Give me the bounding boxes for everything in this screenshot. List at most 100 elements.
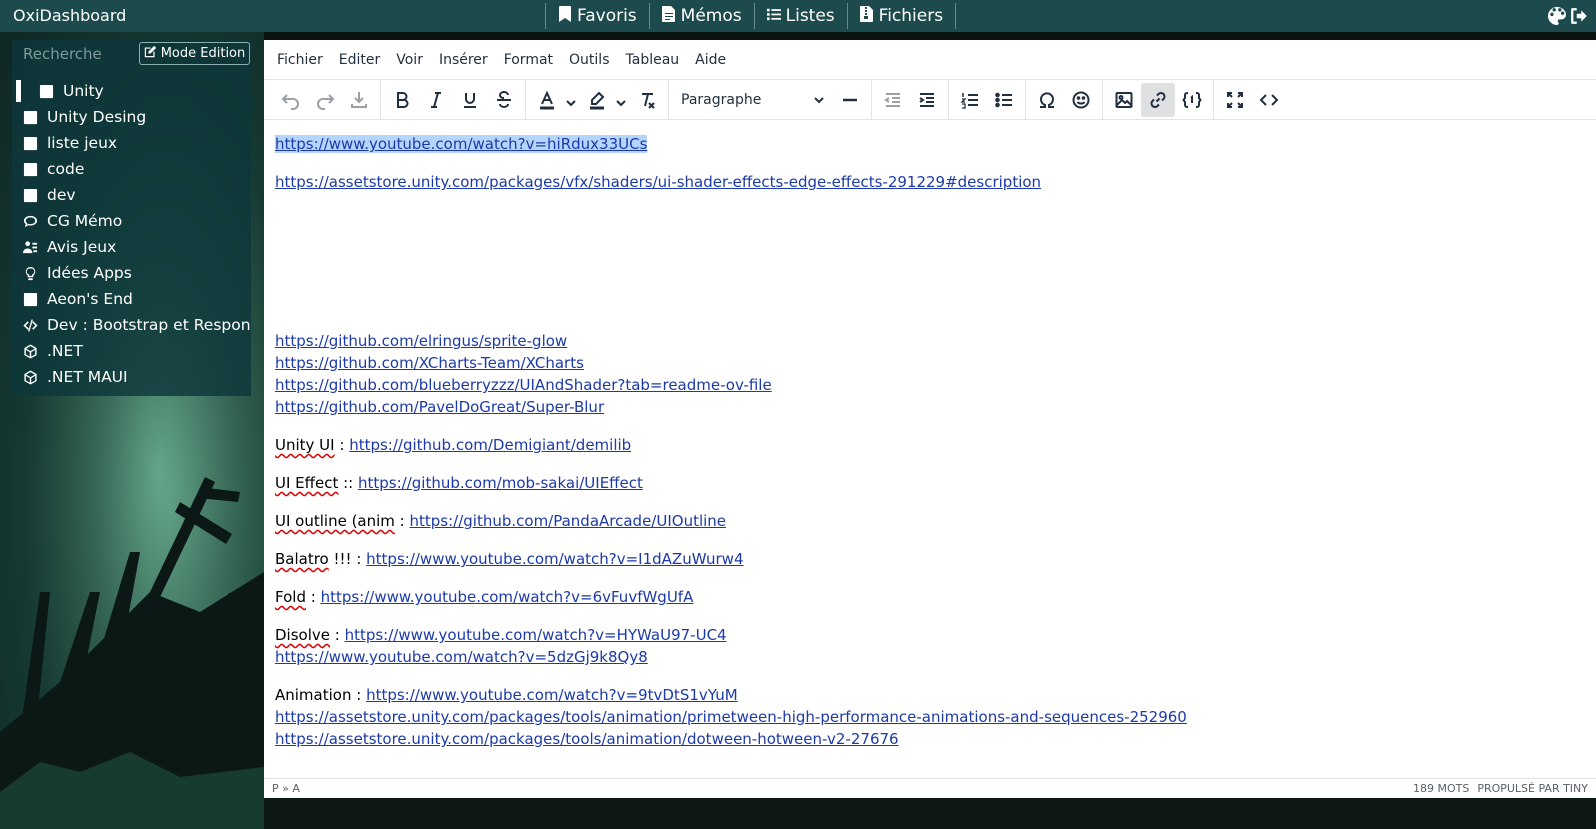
search-input[interactable] [14,42,142,66]
bold-button[interactable] [385,83,419,117]
link-youtube-disolve-1[interactable]: https://www.youtube.com/watch?v=HYWaU97-… [345,626,727,644]
menu-outils[interactable]: Outils [569,52,609,68]
rich-text-editor: Fichier Editer Voir Insérer Format Outil… [264,40,1596,798]
sidebar-item-cg-memo[interactable]: CG Mémo [12,208,251,234]
link-github-super-blur[interactable]: https://github.com/PavelDoGreat/Super-Bl… [275,398,604,416]
menu-tableau[interactable]: Tableau [626,52,680,68]
strikethrough-button[interactable] [487,83,521,117]
chevron-down-icon [616,95,626,106]
text-label: Balatro [275,550,329,568]
brand-logo[interactable]: OxiDashboard [13,6,126,25]
sidebar-item-dotnet-maui[interactable]: .NET MAUI [12,364,251,390]
text-color-button[interactable] [530,83,580,117]
menu-editer[interactable]: Editer [339,52,380,68]
source-code-button[interactable] [1252,83,1286,117]
menu-aide[interactable]: Aide [695,52,726,68]
underline-button[interactable] [453,83,487,117]
highlight-icon [580,83,614,117]
indent-button[interactable] [910,83,944,117]
palette-icon[interactable] [1548,7,1566,25]
link-github-demilib[interactable]: https://github.com/Demigiant/demilib [349,436,631,454]
link-github-uioutline[interactable]: https://github.com/PandaArcade/UIOutline [410,512,727,530]
text-label: UI Effect [275,474,339,492]
insert-link-button[interactable] [1141,82,1175,117]
link-github-uiandshader[interactable]: https://github.com/blueberryzzz/UIAndSha… [275,376,772,394]
menu-voir[interactable]: Voir [396,52,423,68]
sidebar-item-idees-apps[interactable]: Idées Apps [12,260,251,286]
link-github-sprite-glow[interactable]: https://github.com/elringus/sprite-glow [275,332,567,350]
sidebar-item-unity[interactable]: Unity [12,78,251,104]
nav-memos[interactable]: Mémos [650,3,755,29]
horizontal-rule-icon [843,98,857,101]
text-separator: : [305,588,321,606]
menu-inserer[interactable]: Insérer [439,52,488,68]
link-youtube-fold[interactable]: https://www.youtube.com/watch?v=6vFuvfWg… [321,588,694,606]
block-format-select[interactable]: Paragraphe [673,83,833,117]
menu-format[interactable]: Format [504,52,553,68]
square-icon [38,83,54,99]
sidebar-item-dev-bootstrap[interactable]: Dev : Bootstrap et Respon [12,312,251,338]
sidebar-item-avis-jeux[interactable]: Avis Jeux [12,234,251,260]
undo-button[interactable] [274,83,308,117]
link-youtube-animation[interactable]: https://www.youtube.com/watch?v=9tvDtS1v… [366,686,738,704]
word-count[interactable]: 189 MOTS [1413,782,1469,795]
special-char-button[interactable] [1030,83,1064,117]
mode-edition-button[interactable]: Mode Edition [139,42,250,65]
save-button[interactable] [342,83,376,117]
sidebar-item-dotnet[interactable]: .NET [12,338,251,364]
logout-icon[interactable] [1570,7,1588,25]
block-format-value: Paragraphe [681,91,762,108]
sidebar-item-dev[interactable]: dev [12,182,251,208]
horizontal-rule-button[interactable] [833,83,867,117]
emoji-button[interactable] [1064,83,1098,117]
redo-button[interactable] [308,83,342,117]
codesandbox-icon [22,369,38,385]
source-code-icon [1259,93,1279,106]
sidebar-item-liste-jeux[interactable]: liste jeux [12,130,251,156]
sidebar-item-label: Unity [63,82,104,100]
element-path[interactable]: P » A [272,782,300,795]
italic-button[interactable] [419,83,453,117]
link-assetstore-edge-effects[interactable]: https://assetstore.unity.com/packages/vf… [275,173,1041,191]
editor-content[interactable]: https://www.youtube.com/watch?v=hiRdux33… [264,121,1596,778]
link-assetstore-primetween[interactable]: https://assetstore.unity.com/packages/to… [275,708,1187,726]
fullscreen-button[interactable] [1218,83,1252,117]
outdent-button[interactable] [876,83,910,117]
code-sample-button[interactable] [1175,83,1209,117]
link-icon [1150,91,1166,108]
link-github-uieffect[interactable]: https://github.com/mob-sakai/UIEffect [358,474,643,492]
sidebar-item-code[interactable]: code [12,156,251,182]
clear-format-button[interactable] [630,83,664,117]
outdent-icon [884,92,900,107]
paragraph: https://github.com/elringus/sprite-glow … [275,330,1585,418]
nav-listes[interactable]: Listes [755,3,848,29]
link-assetstore-dotween[interactable]: https://assetstore.unity.com/packages/to… [275,730,899,748]
menu-fichier[interactable]: Fichier [277,52,323,68]
underline-icon [464,92,476,108]
sidebar-item-unity-desing[interactable]: Unity Desing [12,104,251,130]
nav-fichiers-label: Fichiers [878,6,944,26]
powered-by[interactable]: PROPULSÉ PAR TINY [1477,782,1588,795]
insert-image-button[interactable] [1107,83,1141,117]
numbered-list-button[interactable] [953,83,987,117]
toolbar-group-indent [872,79,949,120]
square-icon [22,161,38,177]
nav-favoris[interactable]: Favoris [546,3,650,29]
sidebar-item-aeons-end[interactable]: Aeon's End [12,286,251,312]
link-youtube-balatro[interactable]: https://www.youtube.com/watch?v=I1dAZuWu… [366,550,743,568]
search-row: Mode Edition [12,40,251,68]
editor-statusbar: P » A 189 MOTS PROPULSÉ PAR TINY [264,778,1596,798]
nav-fichiers[interactable]: Fichiers [848,3,957,29]
toolbar-group-block: Paragraphe [669,79,872,120]
sidebar-item-label: Aeon's End [47,290,133,308]
link-youtube-disolve-2[interactable]: https://www.youtube.com/watch?v=5dzGj9k8… [275,648,648,666]
link-github-xcharts[interactable]: https://github.com/XCharts-Team/XCharts [275,354,584,372]
text-label: UI outline (anim [275,512,395,530]
status-right: 189 MOTS PROPULSÉ PAR TINY [1413,782,1588,795]
bullet-list-button[interactable] [987,83,1021,117]
toolbar-group-colors [526,79,669,120]
highlight-color-button[interactable] [580,83,630,117]
link-youtube-1[interactable]: https://www.youtube.com/watch?v=hiRdux33… [275,135,648,153]
sidebar-item-label: Dev : Bootstrap et Respon [47,316,251,334]
sidebar-item-label: code [47,160,85,178]
